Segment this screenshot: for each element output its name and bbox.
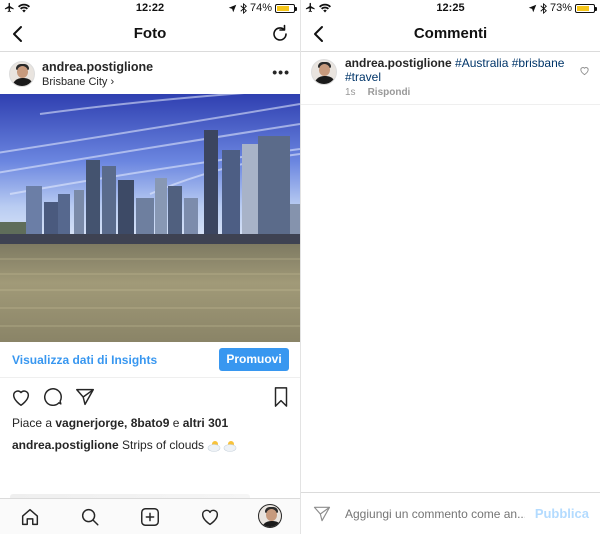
bookmark-icon[interactable] bbox=[272, 386, 290, 408]
send-icon[interactable] bbox=[312, 504, 332, 524]
search-icon[interactable] bbox=[79, 506, 101, 528]
comment-icon[interactable] bbox=[42, 386, 64, 408]
promote-button[interactable]: Promuovi bbox=[219, 348, 289, 371]
view-insights-link[interactable]: Visualizza dati di Insights bbox=[12, 353, 157, 367]
reply-button[interactable]: Rispondi bbox=[368, 87, 411, 98]
battery-percent: 73% bbox=[549, 2, 572, 14]
battery-icon bbox=[575, 3, 597, 13]
insights-bar: Visualizza dati di Insights Promuovi bbox=[0, 342, 300, 378]
photo-screen: 12:22 74% Foto andrea.postiglione Brisba… bbox=[0, 0, 300, 534]
battery-icon bbox=[275, 3, 297, 13]
avatar[interactable] bbox=[9, 61, 35, 87]
nav-bar: Foto bbox=[0, 16, 300, 52]
more-options-icon[interactable]: ••• bbox=[272, 64, 290, 80]
post-photo[interactable] bbox=[0, 94, 300, 342]
comment-meta: 1s Rispondi bbox=[345, 87, 410, 98]
location-arrow-icon bbox=[228, 4, 237, 12]
profile-tab-avatar[interactable] bbox=[258, 504, 282, 528]
status-bar: 12:25 73% bbox=[301, 0, 600, 16]
post-actions bbox=[0, 384, 300, 412]
home-icon[interactable] bbox=[19, 506, 41, 528]
comment-composer: Pubblica bbox=[301, 492, 600, 534]
like-heart-icon[interactable] bbox=[10, 386, 32, 408]
activity-heart-icon[interactable] bbox=[199, 506, 221, 528]
page-title: Foto bbox=[133, 25, 167, 42]
avatar[interactable] bbox=[311, 59, 337, 85]
bottom-tab-bar bbox=[0, 498, 300, 534]
bluetooth-icon bbox=[540, 2, 547, 14]
post-caption: andrea.postiglione Strips of clouds bbox=[12, 438, 239, 452]
bluetooth-icon bbox=[240, 2, 247, 14]
list-item: andrea.postiglione #Australia #brisbane … bbox=[301, 52, 600, 105]
post-header: andrea.postiglione Brisbane City › ••• bbox=[0, 52, 300, 94]
share-icon[interactable] bbox=[74, 386, 96, 408]
publish-button[interactable]: Pubblica bbox=[535, 506, 589, 521]
comment-age: 1s bbox=[345, 87, 356, 98]
likes-text[interactable]: Piace a vagnerjorge, 8bato9 e altri 301 bbox=[12, 416, 228, 430]
status-bar: 12:22 74% bbox=[0, 0, 300, 16]
like-comment-heart-icon[interactable] bbox=[579, 65, 590, 76]
page-title: Commenti bbox=[413, 25, 488, 42]
new-post-icon[interactable] bbox=[139, 506, 161, 528]
post-username[interactable]: andrea.postiglione bbox=[42, 60, 153, 74]
nav-bar: Commenti bbox=[301, 16, 600, 52]
comment-text: andrea.postiglione #Australia #brisbane … bbox=[345, 56, 565, 84]
post-location[interactable]: Brisbane City › bbox=[42, 76, 114, 88]
cloud-sun-emoji-icon bbox=[207, 440, 237, 452]
location-arrow-icon bbox=[528, 4, 537, 12]
comment-input[interactable] bbox=[345, 507, 525, 521]
comments-screen: 12:25 73% Commenti andrea.postiglione #A… bbox=[301, 0, 600, 534]
refresh-icon[interactable] bbox=[270, 24, 290, 44]
battery-percent: 74% bbox=[249, 2, 272, 14]
